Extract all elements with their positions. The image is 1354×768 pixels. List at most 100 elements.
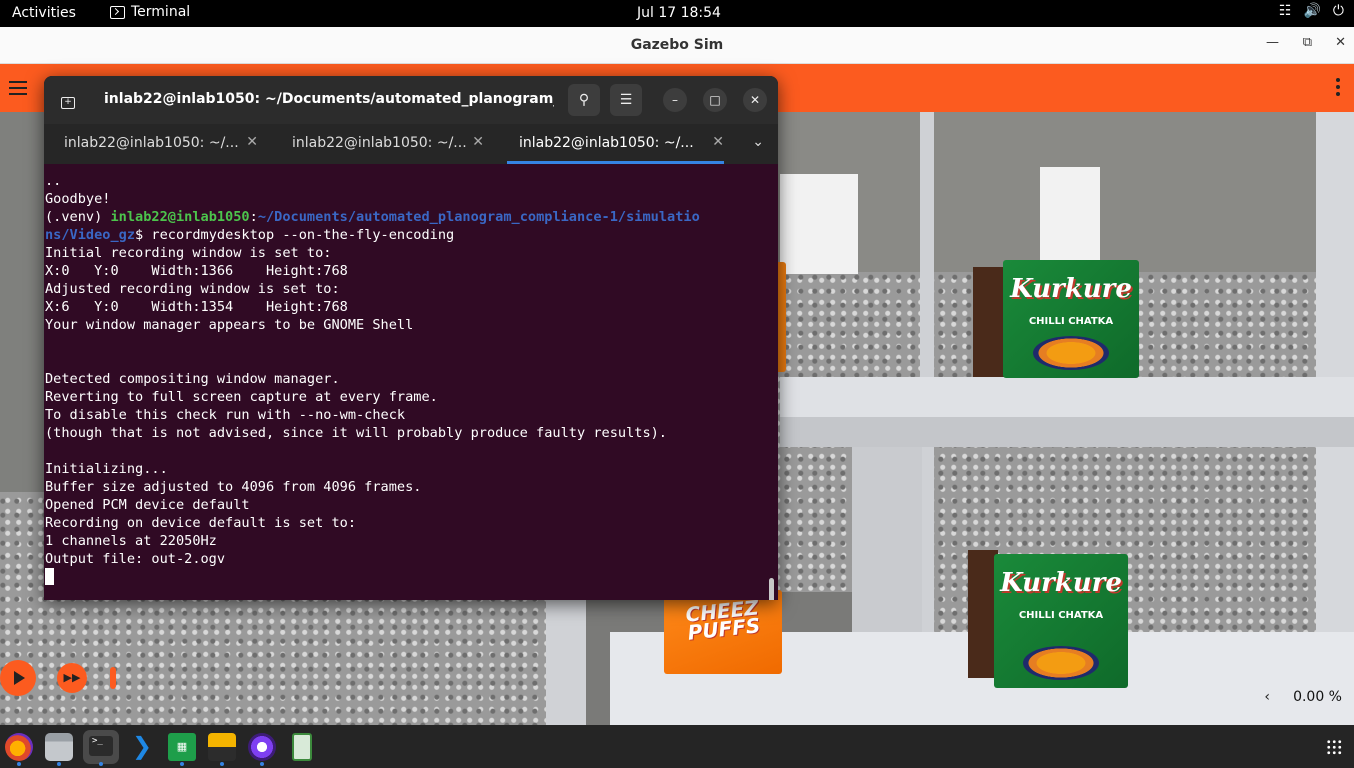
- step-slider[interactable]: [110, 667, 116, 689]
- venv-label: (.venv): [45, 209, 111, 225]
- output-line: Buffer size adjusted to 4096 from 4096 f…: [45, 479, 422, 495]
- tab-close-icon[interactable]: ✕: [472, 134, 484, 150]
- maximize-button[interactable]: ⧉: [1303, 35, 1312, 50]
- output-line: Goodbye!: [45, 191, 111, 207]
- terminal-scrollbar[interactable]: [769, 578, 774, 600]
- product-brand: CHEEZ PUFFS: [684, 595, 762, 645]
- output-line: Adjusted recording window is set to:: [45, 281, 340, 297]
- cheez-puffs-box: CHEEZ PUFFS: [664, 590, 782, 674]
- terminal-tabbar: inlab22@inlab1050: ~/... ✕ inlab22@inlab…: [44, 124, 778, 164]
- tab-close-icon[interactable]: ✕: [246, 134, 258, 150]
- spreadsheet-icon[interactable]: ▦: [168, 733, 196, 761]
- prompt-path: ns/Video_gz: [45, 227, 136, 243]
- vscode-icon[interactable]: ❯: [128, 733, 156, 761]
- box-side: [973, 267, 1005, 377]
- cursor-line: [45, 568, 778, 586]
- kurkure-box: Kurkure CHILLI CHATKA: [1003, 260, 1139, 378]
- output-line: Output file: out-2.ogv: [45, 551, 226, 567]
- product-bowl-graphic: [1032, 336, 1110, 370]
- show-apps-grid-icon[interactable]: [1326, 739, 1342, 755]
- running-indicator: [99, 762, 103, 766]
- gnome-top-bar: Activities Terminal Jul 17 18:54 ☷ 🔊 ⏻: [0, 0, 1354, 27]
- output-line: To disable this check run with --no-wm-c…: [45, 407, 406, 423]
- terminal-title: inlab22@inlab1050: ~/Documents/automated…: [104, 91, 554, 107]
- shelf-board-edge: [780, 417, 1354, 447]
- terminal-headerbar: + inlab22@inlab1050: ~/Documents/automat…: [44, 76, 778, 124]
- step-forward-button[interactable]: ▶▶: [57, 663, 87, 693]
- close-button[interactable]: ✕: [743, 88, 767, 112]
- search-icon: ⚲: [578, 92, 590, 108]
- text-cursor: [45, 568, 54, 585]
- running-indicator: [57, 762, 61, 766]
- running-indicator: [260, 762, 264, 766]
- output-line: X:0 Y:0 Width:1366 Height:768: [45, 263, 348, 279]
- menu-button[interactable]: ☰: [610, 84, 642, 116]
- real-time-factor: 0.00 %: [1293, 689, 1342, 705]
- tab-label: inlab22@inlab1050: ~/...: [292, 135, 467, 151]
- running-indicator: [180, 762, 184, 766]
- play-button[interactable]: [0, 660, 36, 696]
- terminal-icon: >_: [89, 736, 113, 756]
- collapse-arrow-icon[interactable]: ‹: [1264, 689, 1270, 705]
- tab-close-icon[interactable]: ✕: [712, 134, 724, 150]
- shelf-post: [546, 600, 586, 725]
- command-text: recordmydesktop --on-the-fly-encoding: [151, 227, 455, 243]
- search-button[interactable]: ⚲: [568, 84, 600, 116]
- terminal-tab-active[interactable]: inlab22@inlab1050: ~/... ✕: [507, 124, 724, 164]
- network-icon: ☷: [1278, 3, 1292, 19]
- output-line: ..: [45, 173, 62, 189]
- product-brand: Kurkure: [1010, 274, 1132, 304]
- terminal-window[interactable]: + inlab22@inlab1050: ~/Documents/automat…: [44, 76, 778, 600]
- output-line: 1 channels at 22050Hz: [45, 533, 217, 549]
- terminal-output[interactable]: .. Goodbye! (.venv) inlab22@inlab1050:~/…: [44, 164, 778, 600]
- files-icon[interactable]: [45, 733, 73, 761]
- prompt-user: inlab22@inlab1050: [110, 209, 250, 225]
- terminal-icon-active[interactable]: >_: [83, 730, 119, 764]
- system-tray[interactable]: ☷ 🔊 ⏻: [1279, 3, 1344, 19]
- new-tab-button[interactable]: +: [56, 88, 80, 112]
- close-button[interactable]: ✕: [1335, 35, 1346, 50]
- more-options-icon[interactable]: [1336, 78, 1340, 99]
- trash-icon[interactable]: [292, 733, 312, 761]
- prompt-line: (.venv) inlab22@inlab1050:~/Documents/au…: [45, 208, 778, 226]
- volume-icon: 🔊: [1303, 3, 1321, 19]
- product-bowl-graphic: [1023, 646, 1099, 680]
- app-menu-button[interactable]: Terminal: [110, 4, 190, 20]
- product-flavor: CHILLI CHATKA: [1018, 610, 1104, 621]
- window-title: Gazebo Sim: [630, 37, 724, 53]
- output-line: Detected compositing window manager.: [45, 371, 340, 387]
- tab-list-chevron-down-icon[interactable]: ⌄: [752, 134, 764, 150]
- prompt-path: ~/Documents/automated_planogram_complian…: [257, 209, 700, 225]
- terminal-tab[interactable]: inlab22@inlab1050: ~/... ✕: [44, 124, 258, 164]
- output-line: Recording on device default is set to:: [45, 515, 356, 531]
- new-tab-icon: +: [61, 97, 75, 109]
- shelf-board: [780, 377, 1354, 417]
- dock: >_ ❯ ▦: [0, 725, 1354, 768]
- output-line: Your window manager appears to be GNOME …: [45, 317, 414, 333]
- prompt-dollar: $: [135, 227, 152, 243]
- minimize-button[interactable]: –: [663, 88, 687, 112]
- wall-window: [1040, 167, 1100, 267]
- output-line: Initial recording window is set to:: [45, 245, 332, 261]
- menu-icon: ☰: [619, 92, 633, 108]
- product-brand: Kurkure: [1000, 568, 1122, 598]
- terminal-tab[interactable]: inlab22@inlab1050: ~/... ✕: [272, 124, 484, 164]
- terminal-icon: [110, 5, 125, 19]
- output-line: Initializing...: [45, 461, 168, 477]
- maximize-button[interactable]: □: [703, 88, 727, 112]
- wall-window: [780, 174, 858, 274]
- gazebo-titlebar: Gazebo Sim — ⧉ ✕: [0, 27, 1354, 64]
- package-icon[interactable]: [208, 733, 236, 761]
- tor-browser-icon[interactable]: [248, 733, 276, 761]
- power-icon: ⏻: [1332, 3, 1344, 19]
- hamburger-menu-icon[interactable]: [9, 81, 27, 95]
- output-line: X:6 Y:0 Width:1354 Height:768: [45, 299, 348, 315]
- minimize-button[interactable]: —: [1266, 35, 1279, 50]
- activities-button[interactable]: Activities: [12, 5, 76, 21]
- running-indicator: [17, 762, 21, 766]
- clock[interactable]: Jul 17 18:54: [637, 5, 721, 21]
- firefox-icon[interactable]: [5, 733, 33, 761]
